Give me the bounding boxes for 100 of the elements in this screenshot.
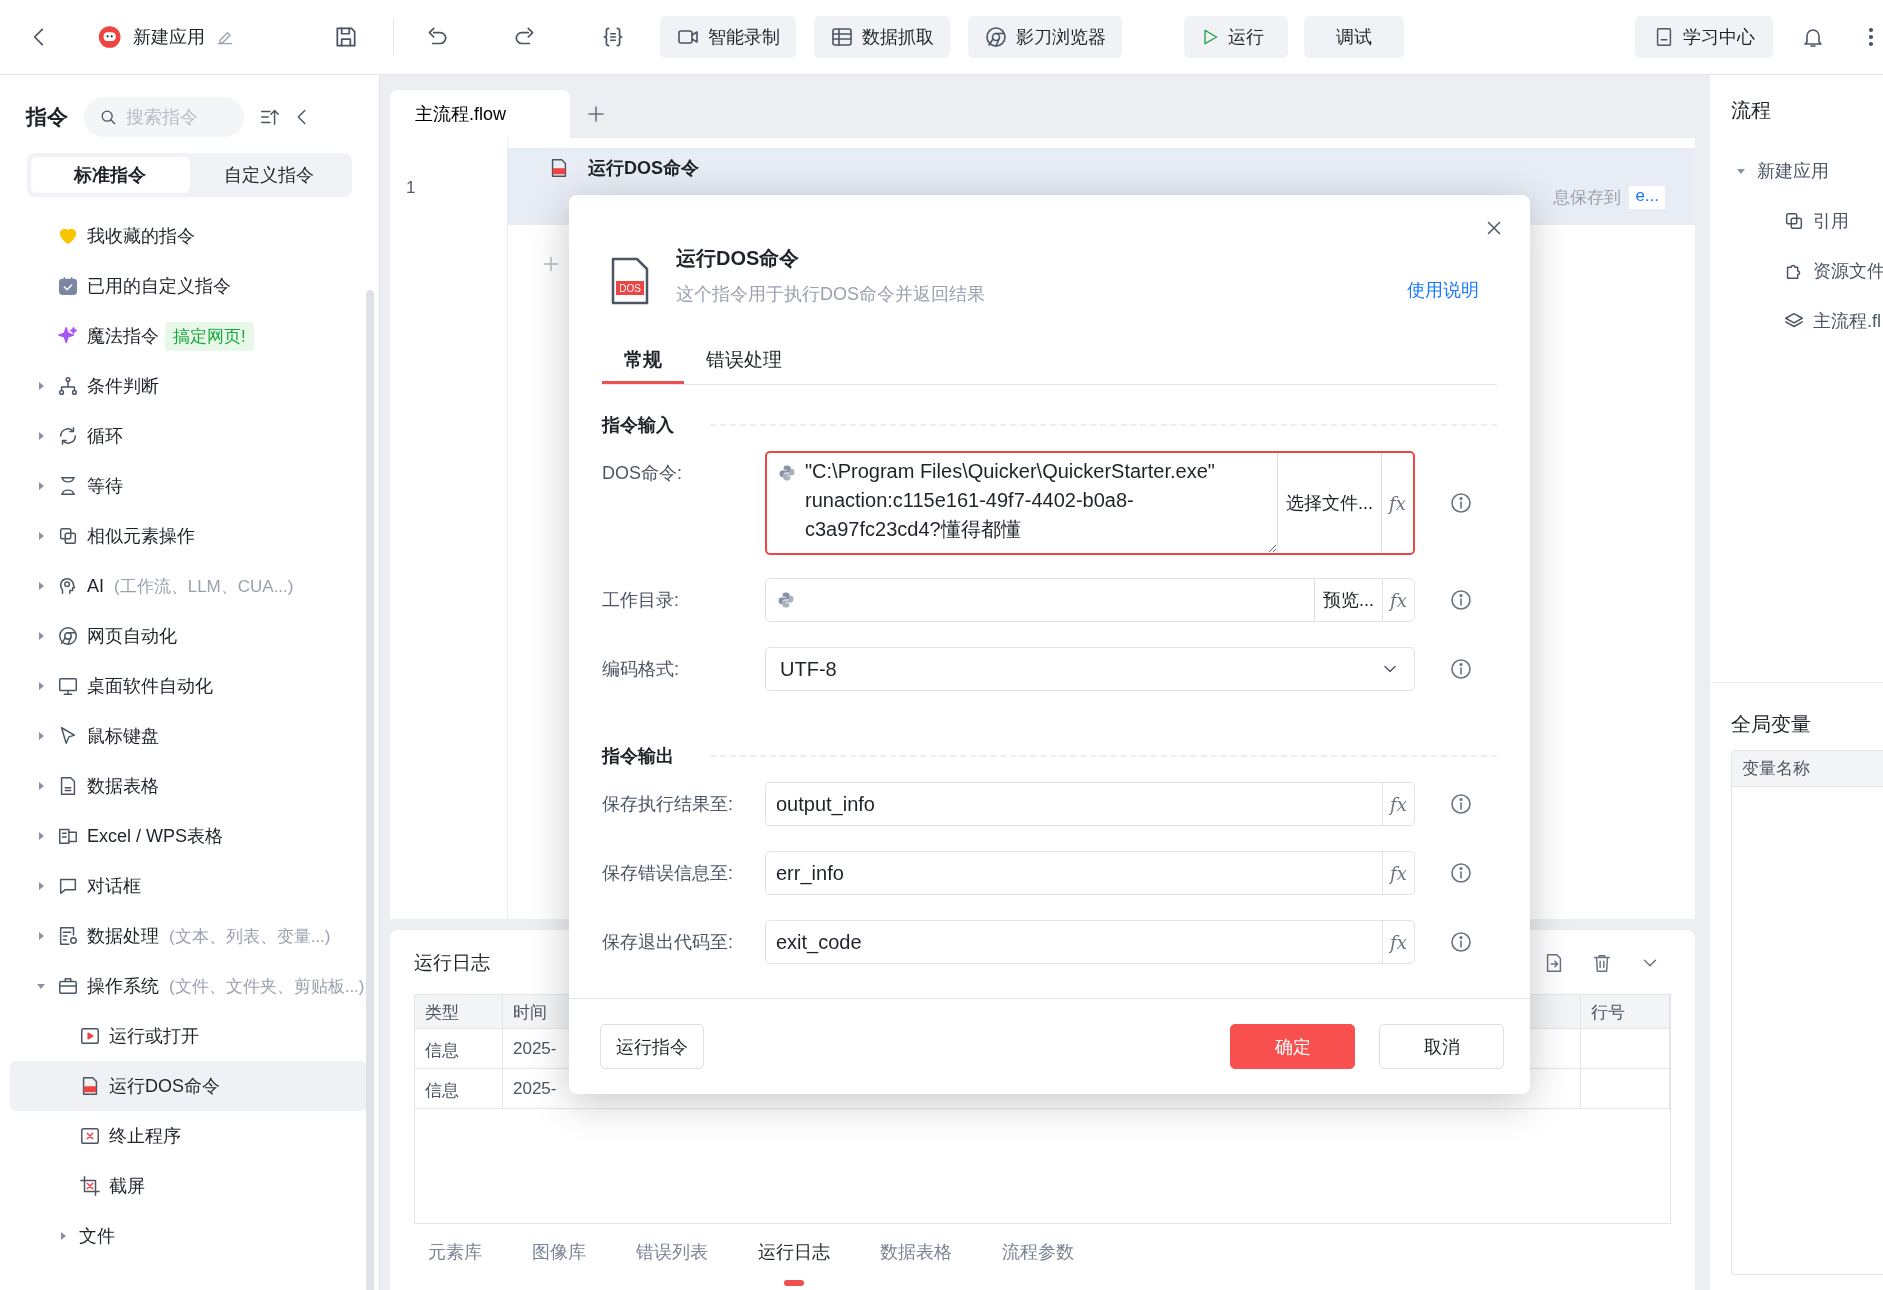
sidebar-item[interactable]: 终止程序 (10, 1111, 367, 1161)
field-label: 工作目录: (602, 589, 680, 612)
help-link[interactable]: 使用说明 (1407, 278, 1479, 302)
command-field[interactable]: "C:\Program Files\Quicker\QuickerStarter.exe" runaction:c115e161-49f7-4402-b0a8-c3a97fc23cd4?懂得都懂 选择文件... fx (765, 451, 1415, 555)
run-button[interactable]: 运行 (1184, 16, 1288, 58)
browser-button[interactable]: 影刀浏览器 (968, 16, 1122, 58)
input-field[interactable]: output_info (766, 783, 1382, 825)
trash-icon[interactable] (1591, 952, 1613, 974)
sidebar-item[interactable]: 魔法指令 搞定网页! (10, 311, 367, 361)
sidebar-item[interactable]: 操作系统 (文件、文件夹、剪贴板...) (10, 961, 367, 1011)
info-icon[interactable] (1449, 588, 1473, 612)
sidebar-item[interactable]: 已用的自定义指令 (10, 261, 367, 311)
sidebar-item[interactable]: AI (工作流、LLM、CUA...) (10, 561, 367, 611)
panel-title: 全局变量 (1731, 712, 1812, 737)
choose-file-button[interactable]: 选择文件... (1277, 453, 1381, 553)
variable-link[interactable]: e... (1629, 186, 1665, 209)
screenshot-icon (79, 1175, 101, 1197)
tab[interactable]: 元素库 (428, 1238, 482, 1286)
debug-button[interactable]: 调试 (1304, 16, 1404, 58)
tree-item[interactable]: 新建应用 (1731, 146, 1883, 196)
learning-center-button[interactable]: 学习中心 (1635, 16, 1773, 58)
sidebar-item[interactable]: 鼠标键盘 (10, 711, 367, 761)
sidebar-item[interactable]: 数据表格 (10, 761, 367, 811)
panel-title: 运行日志 (414, 951, 491, 975)
tree-item[interactable]: 引用 (1731, 196, 1883, 246)
sidebar-item[interactable]: 数据处理 (文本、列表、变量...) (10, 911, 367, 961)
path-field[interactable]: 预览... fx (765, 578, 1415, 622)
info-icon[interactable] (1449, 861, 1473, 885)
sidebar-item[interactable]: 等待 (10, 461, 367, 511)
tab[interactable]: 错误列表 (636, 1238, 708, 1286)
stop-window-icon (79, 1125, 101, 1147)
sidebar-item[interactable]: Excel / WPS表格 (10, 811, 367, 861)
sidebar-item[interactable]: 截屏 (10, 1161, 367, 1211)
tree-item[interactable]: 主流程.fl (1731, 296, 1883, 346)
tab[interactable]: 自定义指令 (189, 157, 348, 193)
play-window-icon (79, 1025, 101, 1047)
input-field[interactable]: "C:\Program Files\Quicker\QuickerStarter.exe" runaction:c115e161-49f7-4402-b0a8-c3a97fc23cd4?懂得都懂 (797, 453, 1277, 553)
expression-button[interactable]: fx (1381, 453, 1413, 553)
variable-field[interactable]: err_info fx (765, 851, 1415, 895)
table-cell: 信息 (415, 1029, 503, 1069)
cancel-button[interactable]: 取消 (1379, 1024, 1504, 1069)
dialog-description: 这个指令用于执行DOS命令并返回结果 (676, 283, 986, 306)
tab[interactable]: 错误处理 (684, 338, 804, 384)
category-hint: (文件、文件夹、剪贴板...) (169, 975, 365, 998)
tab[interactable]: 运行日志 (758, 1238, 830, 1286)
info-icon[interactable] (1449, 657, 1473, 681)
tab[interactable]: 数据表格 (880, 1238, 952, 1286)
info-icon[interactable] (1449, 491, 1473, 515)
tab[interactable]: 标准指令 (31, 157, 190, 193)
file-tab[interactable]: 主流程.flow (390, 90, 570, 138)
info-icon[interactable] (1449, 792, 1473, 816)
branch-icon (57, 375, 79, 397)
copy-icon (1783, 210, 1805, 232)
sidebar-item[interactable]: 运行或打开 (10, 1011, 367, 1061)
record-button[interactable]: 智能录制 (660, 16, 796, 58)
encoding-select[interactable]: UTF-8 (765, 647, 1415, 691)
field-label: 编码格式: (602, 658, 680, 681)
field-label: 保存退出代码至: (602, 931, 734, 954)
column-header: 变量名称 (1732, 751, 1883, 787)
step-summary: 息保存到 (1553, 187, 1622, 209)
copy-icon (57, 525, 79, 547)
column-header: 行号 (1581, 995, 1670, 1029)
search-field[interactable]: 搜索指令 (84, 97, 244, 137)
tab[interactable]: 常规 (602, 338, 684, 384)
data-capture-button[interactable]: 数据抓取 (814, 16, 950, 58)
dos-file-icon: DOS (610, 256, 650, 306)
sidebar-item[interactable]: 桌面软件自动化 (10, 661, 367, 711)
expression-button[interactable]: fx (1382, 921, 1414, 963)
variable-field[interactable]: output_info fx (765, 782, 1415, 826)
sidebar-item[interactable]: 循环 (10, 411, 367, 461)
field-label: 保存执行结果至: (602, 793, 734, 816)
calendar-check-icon (57, 275, 79, 297)
briefcase-icon (57, 975, 79, 997)
scrollbar[interactable] (366, 290, 374, 1290)
sidebar-item[interactable]: 运行DOS命令 (10, 1061, 367, 1111)
input-field[interactable]: exit_code (766, 921, 1382, 963)
sidebar-item[interactable]: 网页自动化 (10, 611, 367, 661)
tab[interactable]: 流程参数 (1002, 1238, 1074, 1286)
expression-button[interactable]: fx (1382, 579, 1414, 621)
table-icon (830, 25, 854, 49)
category-hint: (文本、列表、变量...) (169, 925, 331, 948)
run-command-button[interactable]: 运行指令 (600, 1024, 704, 1069)
sidebar-item[interactable]: 相似元素操作 (10, 511, 367, 561)
sidebar-item[interactable]: 条件判断 (10, 361, 367, 411)
sidebar-item[interactable]: 对话框 (10, 861, 367, 911)
tab[interactable]: 图像库 (532, 1238, 586, 1286)
sidebar-item[interactable]: 我收藏的指令 (10, 211, 367, 261)
data-gear-icon (57, 925, 79, 947)
browser-icon (57, 625, 79, 647)
input-field[interactable]: err_info (766, 852, 1382, 894)
variable-field[interactable]: exit_code fx (765, 920, 1415, 964)
info-icon[interactable] (1449, 930, 1473, 954)
browser-icon (984, 25, 1008, 49)
python-icon (777, 463, 797, 483)
sidebar-item[interactable]: 文件 (10, 1211, 367, 1261)
python-icon (776, 590, 796, 610)
browse-button[interactable]: 预览... (1314, 579, 1382, 621)
section-title: 指令输入 (602, 414, 674, 437)
expression-button[interactable]: fx (1382, 783, 1414, 825)
expression-button[interactable]: fx (1382, 852, 1414, 894)
